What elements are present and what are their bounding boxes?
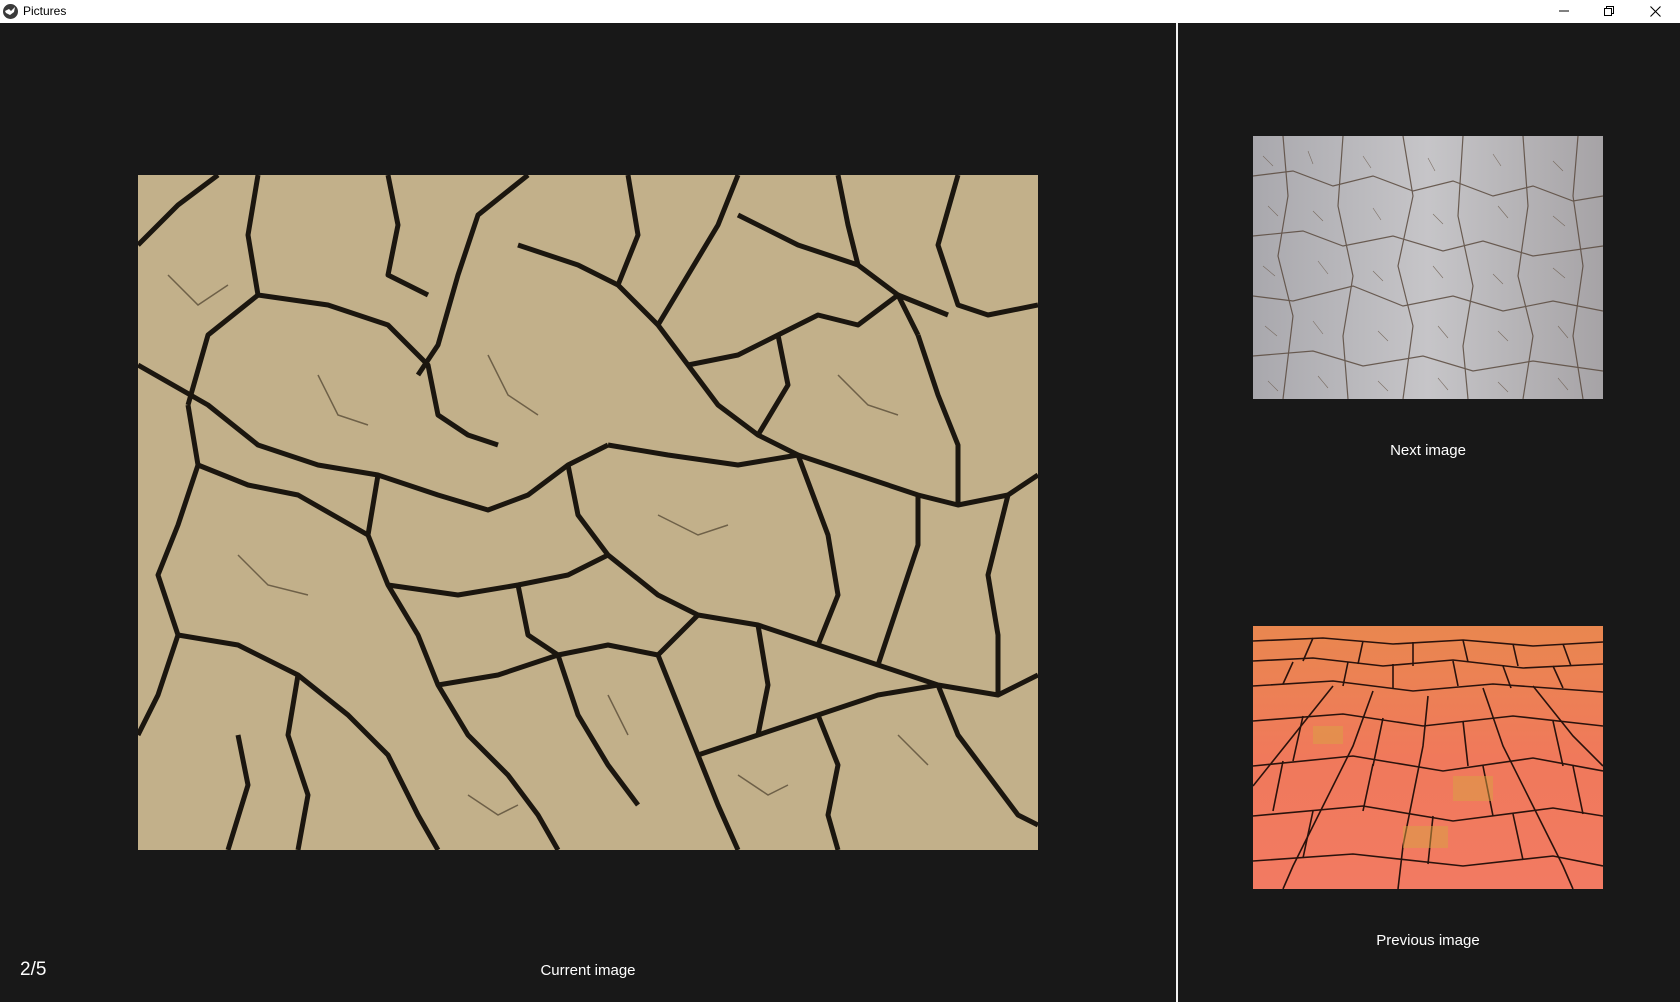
bird-logo-icon (3, 4, 18, 19)
close-button[interactable] (1632, 0, 1678, 22)
previous-image-caption: Previous image (1376, 932, 1480, 949)
minimize-icon (1559, 10, 1569, 12)
close-icon (1649, 5, 1661, 17)
next-image-thumbnail[interactable] (1253, 136, 1603, 399)
image-counter: 2/5 (20, 959, 47, 980)
next-image-caption: Next image (1390, 442, 1466, 459)
previous-image-thumbnail[interactable] (1253, 626, 1603, 889)
current-image[interactable] (138, 175, 1038, 850)
restore-icon (1604, 6, 1614, 16)
minimize-button[interactable] (1541, 0, 1587, 22)
title-bar: Pictures (0, 0, 1680, 23)
window-title: Pictures (23, 4, 67, 18)
current-image-caption: Current image (540, 962, 636, 979)
restore-button[interactable] (1586, 0, 1632, 22)
